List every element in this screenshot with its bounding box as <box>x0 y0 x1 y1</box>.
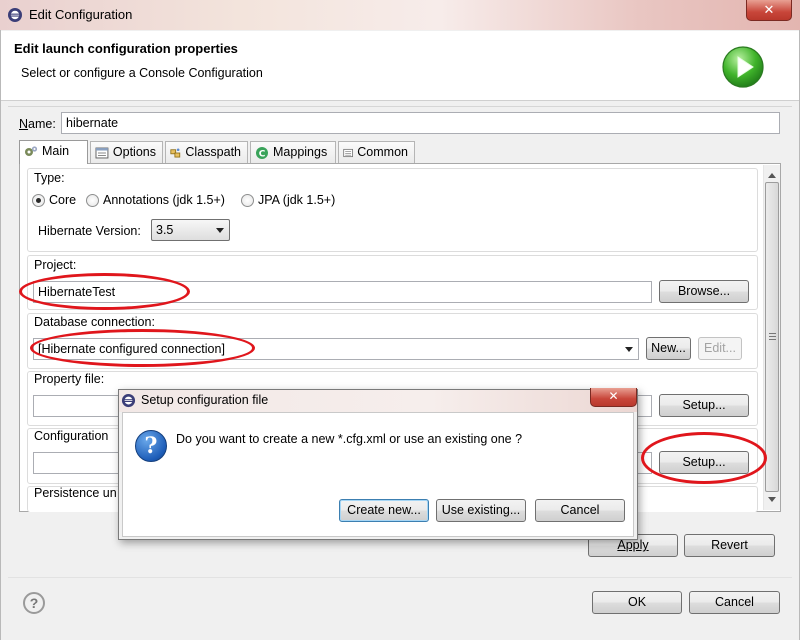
tab-common[interactable]: Common <box>338 141 415 163</box>
tab-mappings-label: Mappings <box>273 145 328 159</box>
tab-options[interactable]: Options <box>90 141 163 163</box>
cancel-button[interactable]: Cancel <box>689 591 780 614</box>
mappings-tab-icon: C <box>256 147 268 160</box>
ok-button[interactable]: OK <box>592 591 682 614</box>
hibernate-version-value: 3.5 <box>156 223 174 237</box>
scrollbar-thumb[interactable] <box>765 182 779 492</box>
name-label: Name: <box>19 117 56 131</box>
scroll-up-icon[interactable] <box>768 173 776 178</box>
main-tab-icon <box>25 146 38 156</box>
header-title: Edit launch configuration properties <box>14 41 238 56</box>
window-title: Edit Configuration <box>29 7 133 22</box>
new-connection-button[interactable]: New... <box>646 337 691 360</box>
tab-classpath[interactable]: Classpath <box>165 141 248 163</box>
browse-button[interactable]: Browse... <box>659 280 749 303</box>
dialog-body: ? Do you want to create a new *.cfg.xml … <box>122 412 634 537</box>
type-annotations-label: Annotations (jdk 1.5+) <box>103 193 225 207</box>
header-subtitle: Select or configure a Console Configurat… <box>21 66 263 80</box>
radio-jpa[interactable] <box>241 193 254 207</box>
tab-common-label: Common <box>357 145 408 159</box>
radio-annotations[interactable] <box>86 193 99 207</box>
create-new-button[interactable]: Create new... <box>339 499 429 522</box>
dialog-cancel-button[interactable]: Cancel <box>535 499 625 522</box>
svg-text:C: C <box>259 150 266 160</box>
footer-separator <box>8 577 792 578</box>
run-icon <box>722 46 764 88</box>
configuration-setup-button[interactable]: Setup... <box>659 451 749 474</box>
vertical-scrollbar[interactable] <box>763 165 780 510</box>
type-core-label: Core <box>49 193 77 207</box>
project-label: Project: <box>34 258 77 272</box>
tab-mappings[interactable]: C Mappings <box>250 141 336 163</box>
revert-button[interactable]: Revert <box>684 534 775 557</box>
dialog-title: Setup configuration file <box>141 393 269 407</box>
chevron-down-icon <box>216 228 224 233</box>
persistence-label: Persistence un <box>34 486 117 500</box>
edit-connection-button[interactable]: Edit... <box>698 337 742 360</box>
tab-options-label: Options <box>112 145 156 159</box>
db-connection-value: [Hibernate configured connection] <box>38 342 225 356</box>
scroll-down-icon[interactable] <box>768 497 776 502</box>
eclipse-icon <box>121 393 136 408</box>
type-group <box>27 168 758 252</box>
eclipse-icon <box>8 8 22 22</box>
tab-classpath-label: Classpath <box>185 145 241 159</box>
dialog-message: Do you want to create a new *.cfg.xml or… <box>176 432 523 446</box>
type-annotations-radio[interactable]: Annotations (jdk 1.5+) <box>86 193 225 207</box>
hibernate-version-label: Hibernate Version: <box>38 224 141 238</box>
tab-main[interactable]: Main <box>19 140 88 164</box>
radio-core[interactable] <box>32 193 45 207</box>
header-separator <box>8 106 792 107</box>
question-icon: ? <box>135 430 167 462</box>
property-setup-button[interactable]: Setup... <box>659 394 749 417</box>
window-close-button[interactable]: ✕ <box>746 0 792 21</box>
configuration-label: Configuration <box>34 429 109 443</box>
hibernate-version-select[interactable]: 3.5 <box>151 219 230 241</box>
name-input[interactable]: hibernate <box>61 112 780 134</box>
options-tab-icon <box>95 147 109 159</box>
property-file-label: Property file: <box>34 372 105 386</box>
type-label: Type: <box>34 171 65 185</box>
type-core-radio[interactable]: Core <box>32 193 76 207</box>
db-connection-label: Database connection: <box>34 315 155 329</box>
chevron-down-icon <box>625 347 633 352</box>
use-existing-button[interactable]: Use existing... <box>436 499 526 522</box>
type-jpa-label: JPA (jdk 1.5+) <box>258 193 336 207</box>
classpath-tab-icon <box>170 148 181 158</box>
dialog-close-button[interactable]: ✕ <box>590 388 637 407</box>
tab-main-label: Main <box>42 144 70 158</box>
project-input[interactable]: HibernateTest <box>33 281 652 303</box>
common-tab-icon <box>343 148 353 158</box>
help-icon[interactable]: ? <box>23 592 45 614</box>
type-jpa-radio[interactable]: JPA (jdk 1.5+) <box>241 193 335 207</box>
db-connection-select[interactable]: [Hibernate configured connection] <box>33 338 639 360</box>
setup-configuration-dialog: Setup configuration file ✕ ? Do you want… <box>118 388 638 540</box>
